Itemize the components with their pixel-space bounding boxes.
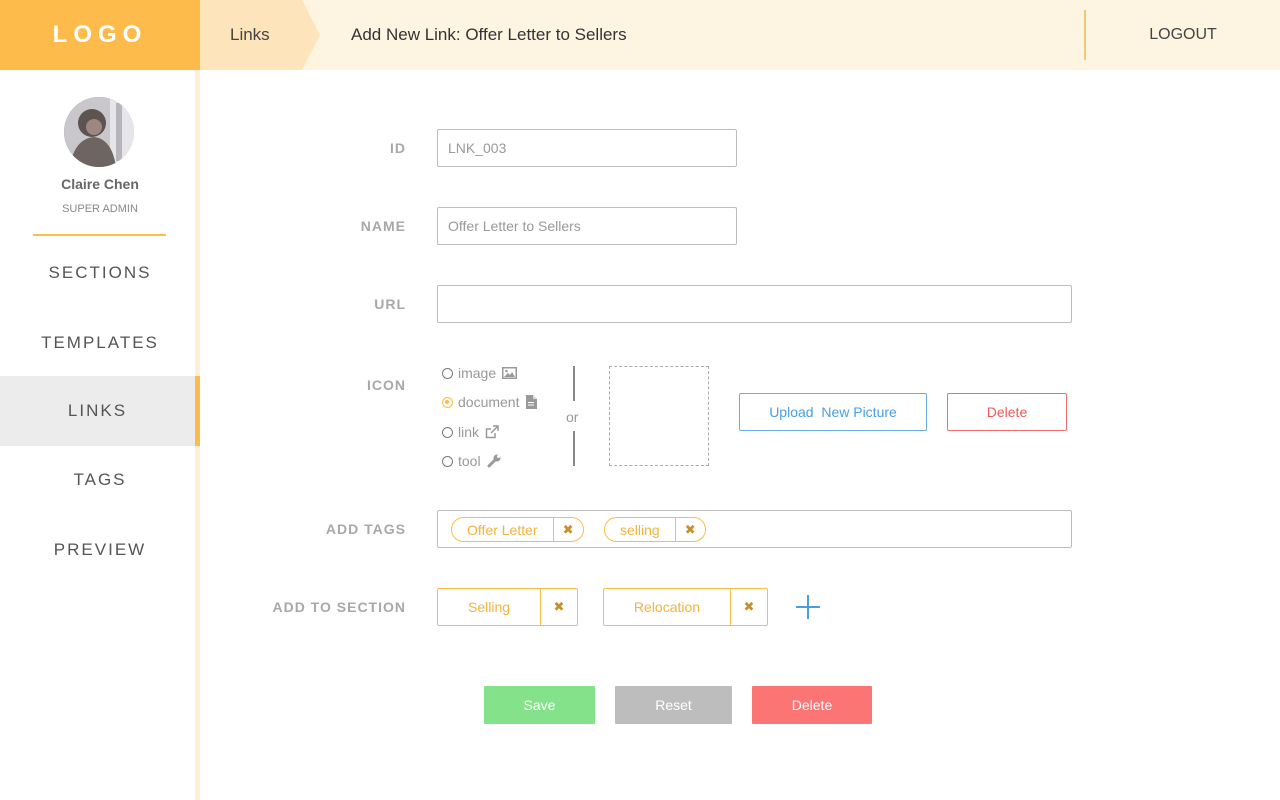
sidebar: Claire Chen SUPER ADMIN SECTIONS TEMPLAT… bbox=[0, 70, 200, 800]
id-label: ID bbox=[390, 140, 406, 156]
save-button[interactable]: Save bbox=[484, 686, 595, 724]
icon-option-label: document bbox=[458, 394, 520, 410]
tag-chip: Offer Letter ✖ bbox=[451, 517, 584, 542]
user-name: Claire Chen bbox=[61, 176, 139, 192]
section-label: ADD TO SECTION bbox=[272, 599, 406, 615]
sidebar-item-preview[interactable]: PREVIEW bbox=[0, 515, 200, 585]
logo[interactable]: LOGO bbox=[0, 0, 200, 70]
name-label: NAME bbox=[360, 218, 406, 234]
radio-button[interactable] bbox=[442, 367, 453, 379]
delete-picture-button[interactable]: Delete bbox=[947, 393, 1067, 431]
icon-option-label: tool bbox=[458, 453, 481, 469]
sidebar-item-links[interactable]: LINKS bbox=[0, 376, 200, 446]
delete-button[interactable]: Delete bbox=[752, 686, 872, 724]
remove-section-icon[interactable]: ✖ bbox=[730, 589, 767, 625]
breadcrumb-links[interactable]: Links bbox=[200, 0, 302, 70]
document-icon bbox=[525, 395, 538, 409]
external-link-icon bbox=[485, 425, 499, 439]
image-icon bbox=[502, 367, 518, 379]
page-title: Add New Link: Offer Letter to Sellers bbox=[351, 25, 627, 44]
top-header: LOGO Links Add New Link: Offer Letter to… bbox=[0, 0, 1280, 70]
icon-option-tool[interactable]: tool bbox=[442, 453, 501, 469]
radio-button-selected[interactable] bbox=[442, 396, 453, 408]
upload-picture-button[interactable]: Upload New Picture bbox=[739, 393, 927, 431]
radio-button[interactable] bbox=[442, 426, 453, 438]
section-chip-label: Selling bbox=[467, 599, 511, 615]
or-divider-bottom bbox=[573, 431, 575, 466]
id-field[interactable]: LNK_003 bbox=[437, 129, 737, 167]
user-role: SUPER ADMIN bbox=[62, 203, 138, 215]
sidebar-item-sections[interactable]: SECTIONS bbox=[0, 238, 200, 308]
section-chip: Relocation ✖ bbox=[603, 588, 768, 626]
or-divider-top bbox=[573, 366, 575, 401]
tag-label: selling bbox=[620, 521, 660, 538]
picture-drop-zone[interactable] bbox=[609, 366, 709, 466]
logout-button[interactable]: LOGOUT bbox=[1086, 0, 1280, 70]
or-text: or bbox=[566, 409, 579, 425]
remove-tag-icon[interactable]: ✖ bbox=[674, 518, 705, 541]
icon-option-document[interactable]: document bbox=[442, 394, 538, 410]
remove-tag-icon[interactable]: ✖ bbox=[552, 518, 583, 541]
section-chip-label: Relocation bbox=[633, 599, 701, 615]
icon-option-link[interactable]: link bbox=[442, 424, 499, 440]
icon-option-label: link bbox=[458, 424, 480, 440]
name-field[interactable]: Offer Letter to Sellers bbox=[437, 207, 737, 245]
tag-label: Offer Letter bbox=[467, 521, 538, 538]
icon-option-label: image bbox=[458, 365, 497, 381]
tag-chip: selling ✖ bbox=[604, 517, 706, 542]
sidebar-item-templates[interactable]: TEMPLATES bbox=[0, 308, 200, 378]
sidebar-item-tags[interactable]: TAGS bbox=[0, 445, 200, 515]
section-chip: Selling ✖ bbox=[437, 588, 578, 626]
remove-section-icon[interactable]: ✖ bbox=[540, 589, 577, 625]
radio-button[interactable] bbox=[442, 455, 453, 467]
tags-label: ADD TAGS bbox=[325, 521, 406, 537]
wrench-icon bbox=[487, 454, 501, 468]
add-section-plus-icon[interactable] bbox=[795, 594, 821, 620]
breadcrumb-arrow bbox=[302, 0, 320, 70]
icon-option-image[interactable]: image bbox=[442, 365, 518, 381]
avatar bbox=[64, 97, 134, 167]
url-field[interactable] bbox=[437, 285, 1072, 323]
icon-label: ICON bbox=[367, 377, 406, 393]
url-label: URL bbox=[374, 296, 406, 312]
profile-divider bbox=[33, 234, 166, 236]
reset-button[interactable]: Reset bbox=[615, 686, 732, 724]
